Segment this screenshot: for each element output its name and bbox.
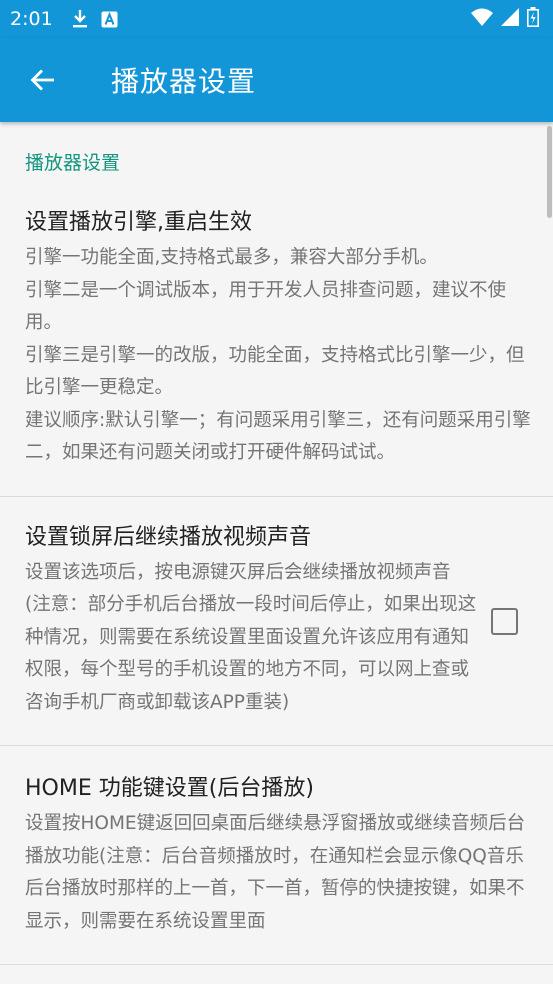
pref-title: HOME 功能键设置(后台播放)	[25, 776, 314, 801]
pref-summary: 设置该选项后，按电源键灭屏后会继续播放视频声音 (注意：部分手机后台播放一段时间…	[25, 561, 477, 713]
status-right-icons	[471, 7, 539, 31]
preferences-list[interactable]: 播放器设置 设置播放引擎,重启生效 引擎一功能全面,支持格式最多，兼容大部分手机…	[0, 122, 553, 984]
pref-title: 设置锁屏后继续播放视频声音	[25, 524, 312, 550]
pref-player-engine[interactable]: 设置播放引擎,重启生效 引擎一功能全面,支持格式最多，兼容大部分手机。 引擎二是…	[0, 194, 553, 497]
back-button[interactable]	[21, 58, 65, 102]
status-bar: 2:01	[0, 0, 553, 38]
wifi-icon	[471, 8, 493, 30]
battery-icon	[527, 7, 539, 31]
pref-lockscreen-audio[interactable]: 设置锁屏后继续播放视频声音 设置该选项后，按电源键灭屏后会继续播放视频声音 (注…	[0, 497, 553, 746]
signal-icon	[501, 8, 519, 30]
lockscreen-audio-checkbox[interactable]	[491, 607, 518, 635]
pref-summary: 引擎一功能全面,支持格式最多，兼容大部分手机。 引擎二是一个调试版本，用于开发人…	[25, 247, 531, 463]
category-title: 播放器设置	[25, 152, 121, 174]
a-badge-icon	[101, 11, 118, 28]
download-icon	[71, 9, 89, 29]
arrow-left-icon	[30, 69, 54, 91]
status-time: 2:01	[10, 8, 53, 30]
pref-title: 设置播放引擎,重启生效	[25, 210, 252, 235]
pref-summary: 设置按HOME键返回回桌面后继续悬浮窗播放或继续音频后台播放功能(注意：后台音频…	[25, 813, 526, 932]
app-bar: 播放器设置	[0, 38, 553, 122]
page-title: 播放器设置	[111, 65, 257, 98]
pref-home-key[interactable]: HOME 功能键设置(后台播放) 设置按HOME键返回回桌面后继续悬浮窗播放或继…	[0, 746, 553, 965]
